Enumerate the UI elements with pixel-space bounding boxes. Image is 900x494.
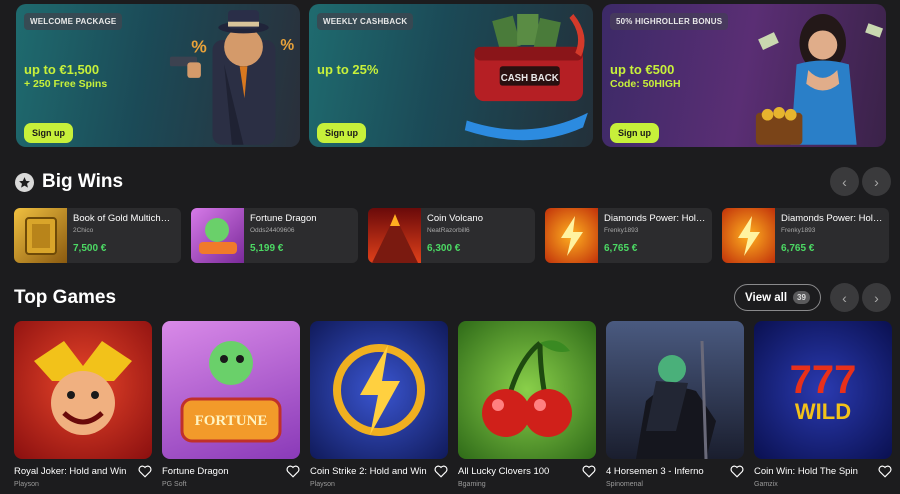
heart-icon[interactable] (286, 465, 300, 478)
top-games-title: Top Games (14, 287, 117, 308)
game-title: Coin Strike 2: Hold and Win (310, 466, 427, 477)
casino-lobby: % % WELCOME PACKAGE up to €1,500 + 250 F… (0, 0, 900, 494)
game-title: Royal Joker: Hold and Win (14, 466, 127, 477)
svg-text:%: % (191, 37, 207, 57)
win-game-name: Diamonds Power: Hold and Win (604, 213, 706, 224)
game-thumbnail[interactable] (14, 321, 152, 459)
win-username: 2Chico (73, 227, 94, 234)
win-username: Odds24409606 (250, 227, 295, 234)
big-wins-next-button[interactable]: › (862, 167, 891, 196)
game-provider: Bgaming (458, 481, 486, 488)
promo-tag: WELCOME PACKAGE (24, 13, 123, 30)
win-username: Frenky1893 (781, 227, 816, 234)
promo-tag: WEEKLY CASHBACK (317, 13, 414, 30)
win-game-name: Book of Gold Multichance (73, 213, 175, 224)
game-thumbnail[interactable]: FORTUNE (162, 321, 300, 459)
big-win-item[interactable]: Coin Volcano NeatRazorbill6 6,300 € (368, 208, 535, 263)
game-thumbnail (14, 208, 67, 263)
win-game-name: Diamonds Power: Hold and Win (781, 213, 883, 224)
game-thumbnail (722, 208, 775, 263)
win-amount: 6,300 € (427, 243, 461, 254)
svg-text:WILD: WILD (795, 399, 851, 424)
gangster-illustration: % % (170, 10, 295, 145)
heart-icon[interactable] (582, 465, 596, 478)
win-amount: 7,500 € (73, 243, 107, 254)
win-amount: 6,765 € (604, 243, 638, 254)
view-all-label: View all (745, 291, 788, 304)
chevron-left-icon: ‹ (842, 289, 847, 306)
promo-tag: 50% HIGHROLLER BONUS (610, 13, 729, 30)
win-username: NeatRazorbill6 (427, 227, 470, 234)
top-games-prev-button[interactable]: ‹ (830, 283, 859, 312)
win-game-name: Coin Volcano (427, 213, 483, 224)
game-card[interactable]: Coin Strike 2: Hold and Win Playson (310, 321, 448, 488)
chevron-left-icon: ‹ (842, 173, 847, 190)
big-win-item[interactable]: Diamonds Power: Hold and Win Frenky1893 … (545, 208, 712, 263)
game-thumbnail[interactable]: 777 WILD (754, 321, 892, 459)
svg-text:FORTUNE: FORTUNE (195, 413, 268, 429)
game-thumbnail (368, 208, 421, 263)
game-title: 4 Horsemen 3 - Inferno (606, 466, 704, 477)
heart-icon[interactable] (878, 465, 892, 478)
game-title: Fortune Dragon (162, 466, 229, 477)
chevron-right-icon: › (874, 289, 879, 306)
star-icon (15, 172, 34, 192)
top-games-list: Royal Joker: Hold and Win Playson FORTUN… (14, 321, 900, 488)
game-card[interactable]: Royal Joker: Hold and Win Playson (14, 321, 152, 488)
heart-icon[interactable] (730, 465, 744, 478)
top-games-heading: Top Games (14, 287, 116, 309)
game-card[interactable]: 777 WILD Coin Win: Hold The Spin Gamzix (754, 321, 892, 488)
big-win-item[interactable]: Fortune Dragon Odds24409606 5,199 € (191, 208, 358, 263)
win-username: Frenky1893 (604, 227, 639, 234)
promo-highroller-bonus[interactable]: 50% HIGHROLLER BONUS up to €500 Code: 50… (602, 4, 886, 147)
promo-banners: % % WELCOME PACKAGE up to €1,500 + 250 F… (16, 4, 886, 147)
promo-subline: + 250 Free Spins (24, 78, 108, 90)
highroller-woman-illustration (756, 13, 884, 145)
game-thumbnail[interactable] (458, 321, 596, 459)
promo-signup-button[interactable]: Sign up (24, 123, 73, 143)
game-card[interactable]: 4 Horsemen 3 - Inferno Spinomenal (606, 321, 744, 488)
promo-signup-button[interactable]: Sign up (610, 123, 659, 143)
promo-signup-button[interactable]: Sign up (317, 123, 366, 143)
top-games-next-button[interactable]: › (862, 283, 891, 312)
game-card[interactable]: FORTUNE Fortune Dragon PG Soft (162, 321, 300, 488)
cashback-bag-illustration: CASH BACK (465, 13, 589, 141)
win-game-name: Fortune Dragon (250, 213, 317, 224)
win-amount: 6,765 € (781, 243, 815, 254)
game-thumbnail[interactable] (606, 321, 744, 459)
big-wins-heading: Big Wins (15, 171, 123, 193)
heart-icon[interactable] (434, 465, 448, 478)
big-win-item[interactable]: Book of Gold Multichance 2Chico 7,500 € (14, 208, 181, 263)
promo-headline: up to 25% (317, 62, 379, 77)
game-thumbnail (191, 208, 244, 263)
game-card[interactable]: All Lucky Clovers 100 Bgaming (458, 321, 596, 488)
game-thumbnail[interactable] (310, 321, 448, 459)
game-provider: Spinomenal (606, 481, 643, 488)
cashback-bag-label: CASH BACK (501, 73, 559, 84)
promo-weekly-cashback[interactable]: CASH BACK WEEKLY CASHBACK up to 25% Sign… (309, 4, 593, 147)
game-provider: Gamzix (754, 481, 778, 488)
big-wins-list: Book of Gold Multichance 2Chico 7,500 € … (14, 208, 900, 263)
big-wins-title: Big Wins (42, 171, 124, 192)
view-all-button[interactable]: View all 39 (734, 284, 821, 311)
promo-welcome-package[interactable]: % % WELCOME PACKAGE up to €1,500 + 250 F… (16, 4, 300, 147)
big-win-item[interactable]: Diamonds Power: Hold and Win Frenky1893 … (722, 208, 889, 263)
big-wins-prev-button[interactable]: ‹ (830, 167, 859, 196)
win-amount: 5,199 € (250, 243, 284, 254)
game-provider: Playson (14, 481, 39, 488)
game-title: All Lucky Clovers 100 (458, 466, 550, 477)
svg-text:%: % (281, 37, 295, 54)
game-title: Coin Win: Hold The Spin (754, 466, 858, 477)
game-thumbnail (545, 208, 598, 263)
svg-text:777: 777 (790, 358, 857, 402)
game-provider: Playson (310, 481, 335, 488)
games-count-badge: 39 (793, 291, 810, 304)
promo-subline: Code: 50HIGH (610, 78, 681, 90)
chevron-right-icon: › (874, 173, 879, 190)
game-provider: PG Soft (162, 481, 187, 488)
promo-headline: up to €500 (610, 62, 675, 77)
heart-icon[interactable] (138, 465, 152, 478)
promo-headline: up to €1,500 (24, 62, 100, 77)
